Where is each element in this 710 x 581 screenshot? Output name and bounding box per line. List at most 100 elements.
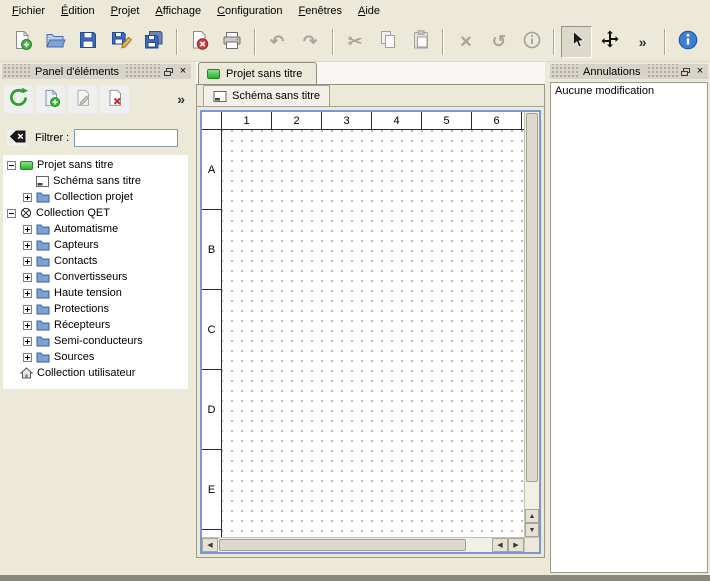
- tree-item-capteurs[interactable]: Capteurs: [3, 237, 188, 253]
- tab-schema-sans-titre[interactable]: Schéma sans titre: [203, 85, 330, 106]
- print-button[interactable]: [217, 26, 248, 58]
- scroll-left-button[interactable]: ◀: [202, 538, 218, 552]
- schema-canvas[interactable]: [222, 130, 524, 537]
- expand-expander-icon[interactable]: [23, 321, 32, 330]
- info-icon: [521, 29, 543, 54]
- delete-element-button[interactable]: [100, 85, 129, 113]
- column-header: 1: [222, 112, 272, 130]
- scroll-left-button[interactable]: ◀: [492, 538, 508, 552]
- undo-history-list[interactable]: Aucune modification: [550, 82, 708, 573]
- save-as-button[interactable]: [106, 26, 137, 58]
- pan-mode-button[interactable]: [594, 26, 625, 58]
- menu-affichage[interactable]: Affichage: [147, 2, 209, 20]
- tree-item-schema-sans-titre[interactable]: Schéma sans titre: [3, 173, 188, 189]
- tree-item-recepteurs[interactable]: Récepteurs: [3, 317, 188, 333]
- tab-projet-sans-titre[interactable]: Projet sans titre: [198, 62, 317, 84]
- copy-button[interactable]: [373, 26, 404, 58]
- tree-item-contacts[interactable]: Contacts: [3, 253, 188, 269]
- menu-aide[interactable]: Aide: [350, 2, 388, 20]
- delete-button[interactable]: ×: [450, 26, 481, 58]
- toolbar-extension-button[interactable]: »: [627, 26, 658, 58]
- close-panel-button[interactable]: ×: [176, 65, 190, 78]
- column-header-row: 1 2 3 4 5 6: [202, 112, 524, 130]
- dock-handle[interactable]: [550, 64, 578, 79]
- undo-button[interactable]: ↶: [262, 26, 293, 58]
- select-mode-button[interactable]: [561, 26, 592, 58]
- paste-icon: [410, 29, 432, 54]
- expand-expander-icon[interactable]: [23, 305, 32, 314]
- collapse-expander-icon[interactable]: [7, 161, 16, 170]
- float-panel-button[interactable]: [678, 65, 692, 78]
- tree-item-haute-tension[interactable]: Haute tension: [3, 285, 188, 301]
- tree-item-protections[interactable]: Protections: [3, 301, 188, 317]
- arrow-up-icon: ▲: [529, 513, 536, 520]
- undo-panel: Annulations × Aucune modification: [548, 62, 710, 575]
- tree-item-semi-conducteurs[interactable]: Semi-conducteurs: [3, 333, 188, 349]
- tree-item-convertisseurs[interactable]: Convertisseurs: [3, 269, 188, 285]
- reload-collections-button[interactable]: [4, 85, 33, 113]
- horizontal-scroll-track[interactable]: [218, 538, 492, 552]
- vertical-scrollbar[interactable]: ▲ ▼: [524, 112, 539, 537]
- new-element-button[interactable]: [36, 85, 65, 113]
- collapse-expander-icon[interactable]: [7, 209, 16, 218]
- undo-icon: ↶: [270, 33, 284, 50]
- scroll-down-button[interactable]: ▼: [525, 523, 539, 537]
- dock-handle[interactable]: [124, 64, 161, 79]
- ruler-corner: [202, 112, 222, 130]
- close-project-button[interactable]: [184, 26, 215, 58]
- float-panel-button[interactable]: [161, 65, 175, 78]
- expand-expander-icon[interactable]: [23, 225, 32, 234]
- schema-icon: [36, 176, 49, 187]
- horizontal-scrollbar[interactable]: ◀ ◀ ▶: [202, 537, 524, 552]
- new-project-button[interactable]: [7, 26, 38, 58]
- tree-item-automatisme[interactable]: Automatisme: [3, 221, 188, 237]
- expand-expander-icon[interactable]: [23, 273, 32, 282]
- open-project-button[interactable]: [40, 26, 71, 58]
- elements-tree[interactable]: Projet sans titre Schéma sans titre Coll…: [3, 155, 188, 389]
- horizontal-scroll-thumb[interactable]: [219, 539, 466, 551]
- about-button[interactable]: [672, 26, 703, 58]
- paste-button[interactable]: [405, 26, 436, 58]
- close-panel-button[interactable]: ×: [693, 65, 707, 78]
- menu-fenetres[interactable]: Fenêtres: [291, 2, 350, 20]
- arrow-down-icon: ▼: [529, 527, 536, 534]
- vertical-scroll-thumb[interactable]: [526, 113, 538, 482]
- save-all-button[interactable]: [139, 26, 170, 58]
- menu-configuration[interactable]: Configuration: [209, 2, 290, 20]
- elements-panel-titlebar[interactable]: Panel d'éléments ×: [2, 64, 191, 79]
- menu-projet[interactable]: Projet: [103, 2, 148, 20]
- expand-expander-icon[interactable]: [23, 241, 32, 250]
- save-button[interactable]: [73, 26, 104, 58]
- scroll-up-button[interactable]: ▲: [525, 509, 539, 523]
- scroll-right-button[interactable]: ▶: [508, 538, 524, 552]
- undo-panel-titlebar[interactable]: Annulations ×: [550, 64, 708, 79]
- dock-handle[interactable]: [2, 64, 30, 79]
- expand-expander-icon[interactable]: [23, 257, 32, 266]
- vertical-scroll-track[interactable]: [525, 112, 539, 509]
- tree-item-collection-projet[interactable]: Collection projet: [3, 189, 188, 205]
- menu-edition[interactable]: Édition: [53, 2, 103, 20]
- clear-filter-button[interactable]: [7, 130, 27, 146]
- element-info-button[interactable]: [516, 26, 547, 58]
- edit-element-button[interactable]: [68, 85, 97, 113]
- rotate-button[interactable]: ↺: [483, 26, 514, 58]
- about-info-icon: [677, 29, 699, 54]
- tree-item-label: Convertisseurs: [54, 271, 127, 283]
- float-icon: [681, 68, 690, 76]
- filter-input[interactable]: [74, 129, 178, 147]
- expand-expander-icon[interactable]: [23, 193, 32, 202]
- expand-expander-icon[interactable]: [23, 289, 32, 298]
- expand-expander-icon[interactable]: [23, 353, 32, 362]
- redo-button[interactable]: ↷: [295, 26, 326, 58]
- tree-item-collection-utilisateur[interactable]: Collection utilisateur: [3, 365, 188, 381]
- dock-handle[interactable]: [646, 64, 679, 79]
- tree-item-collection-qet[interactable]: Collection QET: [3, 205, 188, 221]
- arrow-left-icon: ◀: [207, 542, 212, 549]
- tree-item-sources[interactable]: Sources: [3, 349, 188, 365]
- cut-button[interactable]: ✂: [340, 26, 371, 58]
- expand-expander-icon[interactable]: [23, 337, 32, 346]
- menu-fichier[interactable]: Fichier: [4, 2, 53, 20]
- toolbar-separator: [332, 29, 334, 55]
- panel-extension-button[interactable]: »: [177, 91, 191, 107]
- tree-item-projet-sans-titre[interactable]: Projet sans titre: [3, 157, 188, 173]
